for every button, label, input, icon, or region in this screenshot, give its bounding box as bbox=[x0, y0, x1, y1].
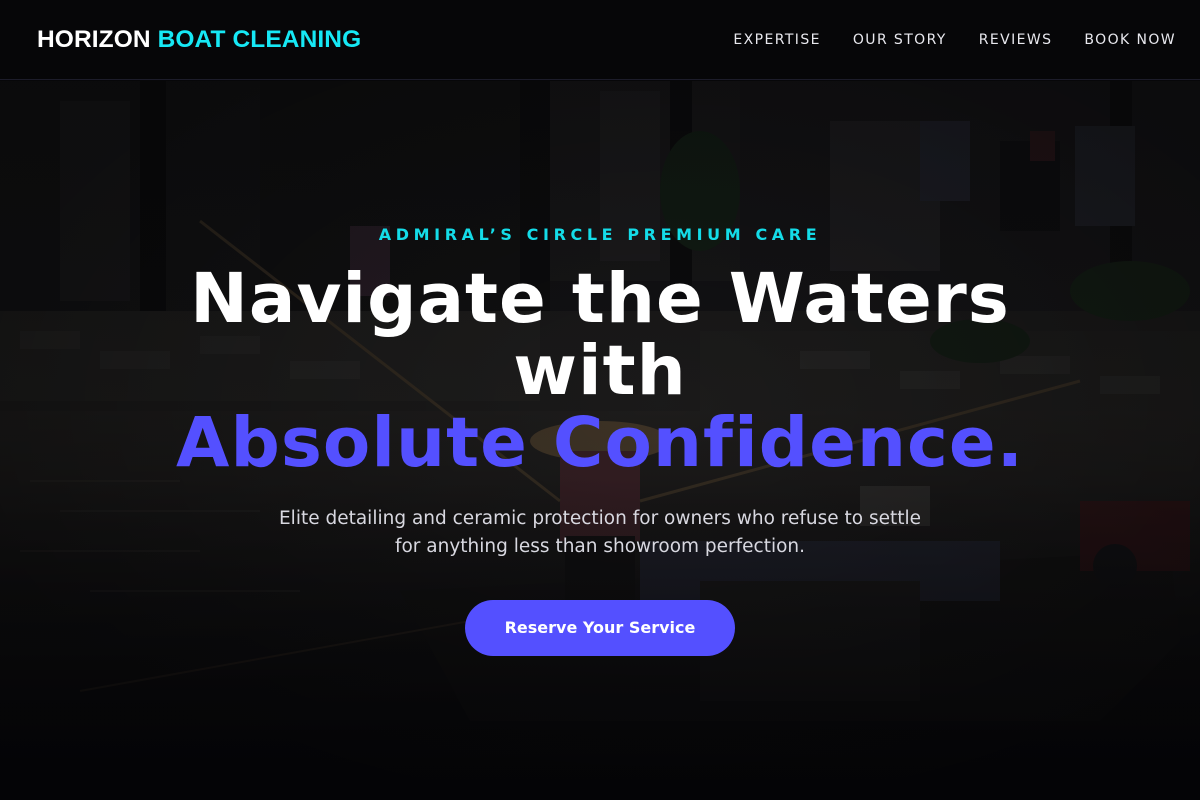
brand-secondary: BOAT CLEANING bbox=[157, 26, 362, 53]
nav-link-expertise[interactable]: EXPERTISE bbox=[733, 30, 820, 50]
hero-section: ADMIRAL’S CIRCLE PREMIUM CARE Navigate t… bbox=[0, 81, 1200, 800]
headline-line-2: with bbox=[513, 331, 687, 411]
page: HORIZON BOAT CLEANING EXPERTISE OUR STOR… bbox=[0, 0, 1200, 800]
brand-primary: HORIZON bbox=[37, 26, 151, 53]
nav-link-reviews[interactable]: REVIEWS bbox=[979, 30, 1053, 50]
hero-headline: Navigate the Waters with Absolute Confid… bbox=[0, 263, 1200, 479]
brand-logo[interactable]: HORIZON BOAT CLEANING bbox=[37, 24, 361, 56]
hero-kicker: ADMIRAL’S CIRCLE PREMIUM CARE bbox=[378, 225, 822, 244]
reserve-service-button[interactable]: Reserve Your Service bbox=[465, 600, 735, 656]
nav-link-our-story[interactable]: OUR STORY bbox=[853, 30, 947, 50]
hero-subtitle: Elite detailing and ceramic protection f… bbox=[278, 508, 922, 557]
main-nav: EXPERTISE OUR STORY REVIEWS BOOK NOW bbox=[733, 30, 1176, 50]
headline-accent: Absolute Confidence. bbox=[176, 403, 1024, 483]
headline-line-1: Navigate the Waters bbox=[190, 259, 1010, 339]
site-header: HORIZON BOAT CLEANING EXPERTISE OUR STOR… bbox=[0, 0, 1200, 80]
nav-link-book-now[interactable]: BOOK NOW bbox=[1084, 30, 1176, 50]
